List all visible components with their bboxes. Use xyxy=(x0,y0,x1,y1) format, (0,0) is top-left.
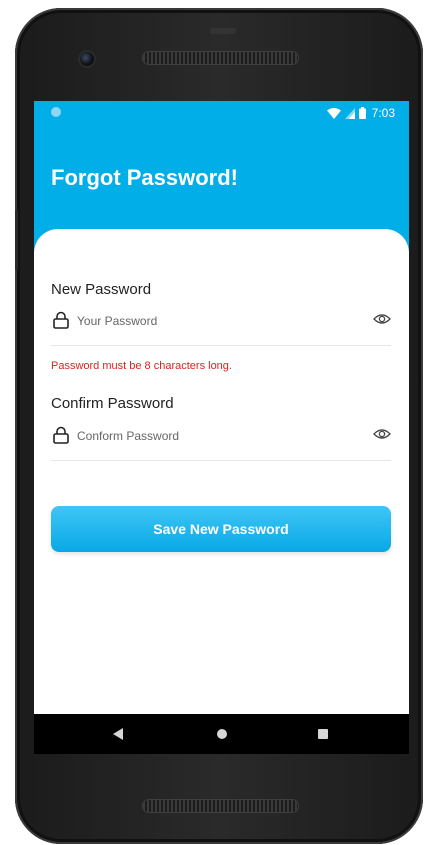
app-screen: 7:03 Forgot Password! New Password Passw… xyxy=(34,101,409,714)
save-new-password-button[interactable]: Save New Password xyxy=(51,506,391,552)
eye-icon[interactable] xyxy=(373,427,391,441)
new-password-label: New Password xyxy=(51,281,152,298)
earpiece-speaker xyxy=(143,52,298,64)
page-title: Forgot Password! xyxy=(51,165,239,190)
lock-icon xyxy=(53,311,69,329)
notification-dot-icon xyxy=(51,107,61,117)
confirm-password-input[interactable] xyxy=(77,426,357,446)
status-indicators: 7:03 xyxy=(326,105,395,121)
phone-side-button xyxy=(15,210,18,270)
wifi-icon xyxy=(326,107,341,119)
confirm-password-field xyxy=(51,424,391,461)
phone-top-notch xyxy=(210,28,236,34)
back-triangle-icon[interactable] xyxy=(112,728,124,740)
lock-icon xyxy=(53,426,69,444)
form-card: New Password Password must be 8 characte… xyxy=(34,229,409,714)
cell-signal-icon xyxy=(344,107,355,119)
eye-icon[interactable] xyxy=(373,312,391,326)
status-time: 7:03 xyxy=(371,106,395,120)
password-error-message: Password must be 8 characters long. xyxy=(51,360,232,372)
android-nav-bar xyxy=(34,714,409,754)
home-circle-icon[interactable] xyxy=(217,729,227,739)
bottom-speaker xyxy=(143,800,298,812)
confirm-password-label: Confirm Password xyxy=(51,395,174,412)
front-camera-icon xyxy=(80,52,94,66)
battery-icon xyxy=(358,107,366,119)
recents-square-icon[interactable] xyxy=(318,729,328,739)
new-password-input[interactable] xyxy=(77,311,357,331)
status-bar: 7:03 xyxy=(34,101,409,125)
new-password-field xyxy=(51,309,391,346)
